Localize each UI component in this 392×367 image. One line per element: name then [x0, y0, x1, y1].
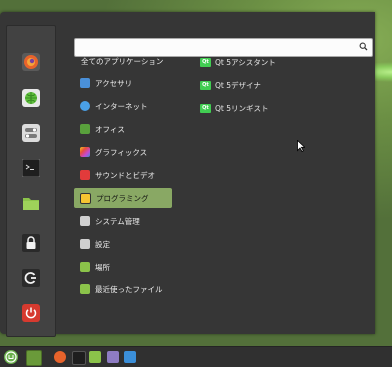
category-label: 最近使ったファイル	[95, 284, 163, 294]
logout-icon	[22, 269, 40, 287]
category-label: 設定	[95, 239, 110, 249]
multimedia-icon	[80, 170, 90, 180]
terminal-icon	[22, 159, 40, 177]
category-office[interactable]: オフィス	[74, 119, 172, 139]
software-launcher-icon[interactable]	[124, 351, 136, 363]
accessories-icon	[80, 78, 90, 88]
places-folder-icon	[80, 262, 90, 272]
search-icon[interactable]	[359, 42, 368, 51]
category-all-applications[interactable]: 全てのアプリケーション	[74, 51, 172, 71]
recent-files-icon	[80, 284, 90, 294]
application-menu: 全てのアプリケーション アクセサリ インターネット オフィス グラフィックス サ…	[0, 12, 375, 337]
lock-icon	[22, 234, 40, 252]
globe-icon	[22, 89, 40, 107]
shutdown-button[interactable]	[22, 304, 40, 322]
terminal-favorite[interactable]	[22, 159, 40, 177]
office-icon	[80, 124, 90, 134]
lock-screen-button[interactable]	[22, 234, 40, 252]
category-label: サウンドとビデオ	[95, 170, 155, 180]
category-label: アクセサリ	[95, 78, 133, 88]
app-label: Qt 5リンギスト	[215, 103, 269, 113]
preferences-icon	[80, 239, 90, 249]
category-recent-files[interactable]: 最近使ったファイル	[74, 279, 172, 299]
app-qt5-assistant[interactable]: Qt Qt 5アシスタント	[200, 53, 276, 71]
favorites-sidebar	[6, 25, 56, 337]
qt-icon: Qt	[200, 57, 211, 67]
browser-favorite[interactable]	[22, 89, 40, 107]
category-system-administration[interactable]: システム管理	[74, 211, 172, 231]
settings-favorite[interactable]	[22, 124, 40, 142]
mouse-cursor-icon	[297, 140, 305, 152]
system-admin-icon	[80, 216, 90, 226]
programming-icon	[80, 192, 91, 204]
qt-icon: Qt	[200, 80, 211, 90]
category-label: インターネット	[95, 101, 148, 111]
app-label: Qt 5アシスタント	[215, 57, 276, 67]
files-favorite[interactable]	[22, 194, 40, 212]
firefox-favorite[interactable]	[22, 53, 40, 71]
qt-icon: Qt	[200, 103, 211, 113]
files-launcher-icon[interactable]	[89, 351, 101, 363]
show-desktop-icon[interactable]	[26, 350, 42, 366]
bottom-panel	[0, 346, 392, 367]
category-sound-video[interactable]: サウンドとビデオ	[74, 165, 172, 185]
category-label: 全てのアプリケーション	[81, 56, 164, 66]
folder-icon	[23, 198, 39, 210]
category-programming[interactable]: プログラミング	[74, 188, 172, 208]
category-label: 場所	[95, 262, 110, 272]
category-preferences[interactable]: 設定	[74, 234, 172, 254]
graphics-icon	[80, 147, 90, 157]
power-icon	[22, 304, 40, 322]
terminal-launcher-icon[interactable]	[72, 351, 86, 365]
category-label: オフィス	[95, 124, 125, 134]
app-qt5-linguist[interactable]: Qt Qt 5リンギスト	[200, 99, 269, 117]
category-label: システム管理	[95, 216, 140, 226]
category-graphics[interactable]: グラフィックス	[74, 142, 172, 162]
category-internet[interactable]: インターネット	[74, 96, 172, 116]
firefox-launcher-icon[interactable]	[54, 351, 66, 363]
internet-cloud-icon	[80, 101, 90, 111]
category-label: プログラミング	[96, 193, 149, 203]
app-qt5-designer[interactable]: Qt Qt 5デザイナ	[200, 76, 261, 94]
firefox-icon	[22, 53, 40, 71]
app-label: Qt 5デザイナ	[215, 80, 261, 90]
mint-menu-icon[interactable]	[4, 350, 18, 364]
category-label: グラフィックス	[95, 147, 148, 157]
category-places[interactable]: 場所	[74, 257, 172, 277]
logout-button[interactable]	[22, 269, 40, 287]
category-accessories[interactable]: アクセサリ	[74, 73, 172, 93]
settings-toggle-icon	[22, 124, 40, 142]
text-editor-launcher-icon[interactable]	[107, 351, 119, 363]
